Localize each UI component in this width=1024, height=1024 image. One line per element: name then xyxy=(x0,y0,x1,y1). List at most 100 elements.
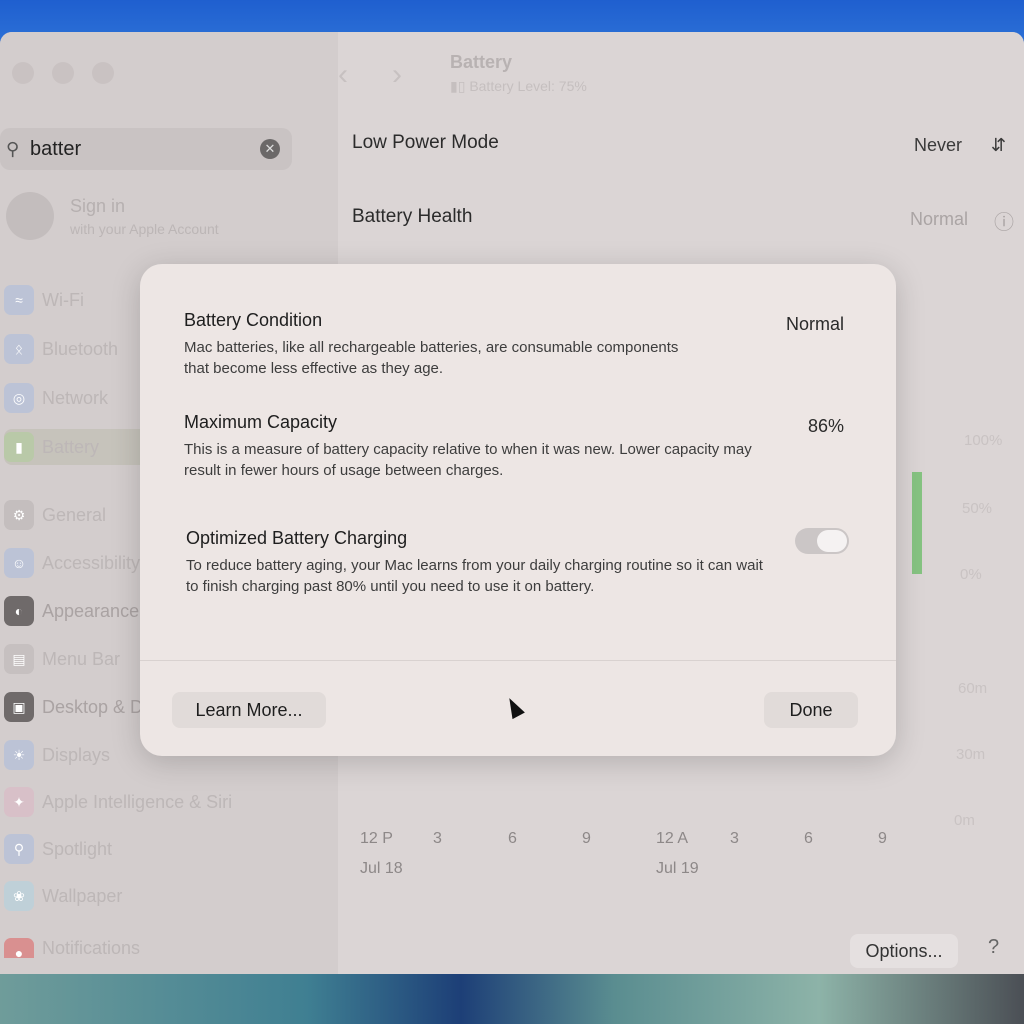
sidebar-item-apple-intelligence[interactable]: ✦ Apple Intelligence & Siri xyxy=(4,784,232,820)
desktop-background-bottom xyxy=(0,970,1024,1024)
signin-subtitle: with your Apple Account xyxy=(70,220,219,237)
maximum-capacity-section: Maximum Capacity This is a measure of ba… xyxy=(184,412,864,481)
x-tick: 6 xyxy=(804,830,813,847)
accessibility-icon: ☺ xyxy=(4,548,34,578)
date-label: Jul 19 xyxy=(656,860,699,877)
sidebar-item-displays[interactable]: ☀ Displays xyxy=(4,737,110,773)
bluetooth-icon: ᛟ xyxy=(4,334,34,364)
sidebar-item-bluetooth[interactable]: ᛟ Bluetooth xyxy=(4,331,118,367)
chart-y-label-0: 0% xyxy=(960,566,982,583)
search-input[interactable] xyxy=(30,137,250,161)
battery-condition-value: Normal xyxy=(786,314,845,334)
sidebar-item-label: Displays xyxy=(42,744,111,765)
sidebar-item-label: Menu Bar xyxy=(42,648,121,669)
optimized-charging-desc: To reduce battery aging, your Mac learns… xyxy=(186,557,763,595)
help-button[interactable]: ? xyxy=(988,936,999,959)
page-title: Battery xyxy=(450,52,513,72)
sidebar-item-wallpaper[interactable]: ❀ Wallpaper xyxy=(4,878,122,914)
sidebar-item-label: Wi-Fi xyxy=(42,289,84,310)
sidebar-item-wifi[interactable]: ≈ Wi-Fi xyxy=(4,282,84,318)
battery-condition-title: Battery Condition xyxy=(184,310,323,330)
sidebar-item-label: Appearance xyxy=(42,600,140,621)
options-button[interactable]: Options... xyxy=(850,934,958,968)
sidebar-item-label: Wallpaper xyxy=(42,885,123,906)
clear-search-icon[interactable]: ✕ xyxy=(260,139,280,159)
sidebar-item-label: General xyxy=(42,504,107,525)
low-power-mode-value: Never xyxy=(914,135,963,155)
sidebar-item-label: Battery xyxy=(42,436,100,457)
maximum-capacity-title: Maximum Capacity xyxy=(184,412,338,432)
x-tick: 9 xyxy=(878,830,887,847)
maximum-capacity-value: 86% xyxy=(808,416,845,436)
spotlight-icon: ⚲ xyxy=(4,834,34,864)
battery-level-bar xyxy=(912,472,922,574)
sidebar-item-network[interactable]: ◎ Network xyxy=(4,380,108,416)
optimized-charging-title: Optimized Battery Charging xyxy=(186,528,408,548)
search-icon: ⚲ xyxy=(6,138,20,159)
gear-icon: ⚙ xyxy=(4,500,34,530)
sidebar-item-spotlight[interactable]: ⚲ Spotlight xyxy=(4,831,112,867)
battery-icon: ▮▯ xyxy=(450,78,466,94)
sidebar-item-label: Apple Intelligence & Siri xyxy=(42,791,233,812)
signin-title: Sign in xyxy=(70,195,126,216)
wallpaper-icon: ❀ xyxy=(4,881,34,911)
sidebar-item-label: Network xyxy=(42,387,109,408)
avatar xyxy=(6,192,54,240)
chart-y-label-50: 50% xyxy=(962,500,993,517)
low-power-mode-label: Low Power Mode xyxy=(352,132,499,153)
search-field[interactable]: ⚲ ✕ xyxy=(0,128,292,170)
forward-icon[interactable]: › xyxy=(392,58,402,92)
dock-icon: ▣ xyxy=(4,692,34,722)
date-label: Jul 18 xyxy=(360,860,403,877)
sidebar-item-label: Bluetooth xyxy=(42,338,119,359)
appearance-icon: ◐ xyxy=(4,596,34,626)
chart-y-label-0m: 0m xyxy=(954,812,975,829)
battery-icon: ▮ xyxy=(4,432,34,462)
battery-health-dialog: Battery Condition Mac batteries, like al… xyxy=(140,264,896,756)
optimized-charging-section: Optimized Battery Charging To reduce bat… xyxy=(186,528,866,597)
display-icon: ☀ xyxy=(4,740,34,770)
sidebar-item-label: Spotlight xyxy=(42,838,113,859)
done-button[interactable]: Done xyxy=(764,692,858,728)
sidebar-item-label: Accessibility xyxy=(42,552,141,573)
battery-health-label: Battery Health xyxy=(352,206,473,227)
x-tick: 9 xyxy=(582,830,591,847)
menubar-icon: ▤ xyxy=(4,644,34,674)
chart-y-label-60m: 60m xyxy=(958,680,988,697)
sidebar-item-menubar[interactable]: ▤ Menu Bar xyxy=(4,641,120,677)
battery-health-value: Normal xyxy=(910,209,969,229)
notifications-icon: ● xyxy=(4,938,34,958)
low-power-mode-select[interactable]: Never ⇵ xyxy=(914,135,1006,156)
sidebar-item-label: Notifications xyxy=(42,938,141,958)
chart-y-label-100: 100% xyxy=(964,432,1003,449)
minimize-window-button[interactable] xyxy=(52,62,74,84)
optimized-charging-toggle[interactable] xyxy=(795,528,849,554)
battery-condition-desc: Mac batteries, like all rechargeable bat… xyxy=(184,339,679,377)
apple-account-signin[interactable]: Sign in with your Apple Account xyxy=(6,192,219,240)
maximum-capacity-desc: This is a measure of battery capacity re… xyxy=(184,441,752,479)
x-tick: 3 xyxy=(730,830,739,847)
siri-icon: ✦ xyxy=(4,787,34,817)
learn-more-button[interactable]: Learn More... xyxy=(172,692,326,728)
info-icon[interactable]: ⓘ xyxy=(994,206,1014,235)
x-tick: 3 xyxy=(433,830,442,847)
globe-icon: ◎ xyxy=(4,383,34,413)
x-tick: 12 A xyxy=(656,830,689,847)
close-window-button[interactable] xyxy=(12,62,34,84)
chart-y-label-30m: 30m xyxy=(956,746,986,763)
back-icon[interactable]: ‹ xyxy=(338,58,348,92)
x-tick: 12 P xyxy=(360,830,393,847)
dialog-divider xyxy=(140,660,896,661)
sidebar-item-general[interactable]: ⚙ General xyxy=(4,497,106,533)
battery-condition-section: Battery Condition Mac batteries, like al… xyxy=(184,310,864,379)
sidebar-item-appearance[interactable]: ◐ Appearance xyxy=(4,593,139,629)
toggle-knob xyxy=(817,530,847,552)
window-controls xyxy=(12,62,114,84)
x-tick: 6 xyxy=(508,830,517,847)
chevron-updown-icon: ⇵ xyxy=(991,135,1007,155)
sidebar-item-accessibility[interactable]: ☺ Accessibility xyxy=(4,545,140,581)
sidebar-item-notifications[interactable]: ● Notifications xyxy=(4,938,140,958)
battery-level-text: Battery Level: 75% xyxy=(469,78,587,94)
zoom-window-button[interactable] xyxy=(92,62,114,84)
battery-level-status: ▮▯ Battery Level: 75% xyxy=(450,78,587,95)
